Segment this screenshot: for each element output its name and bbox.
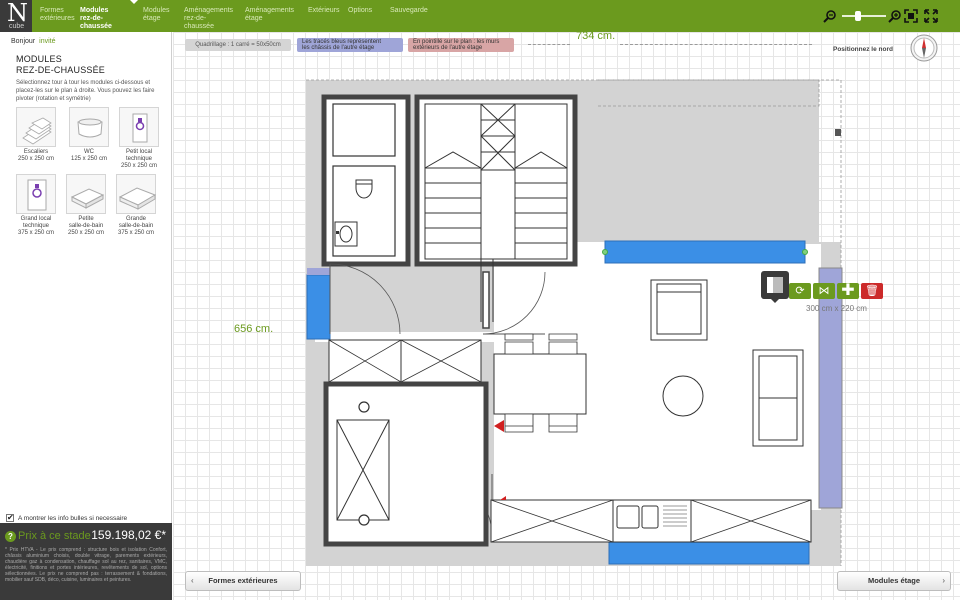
module-escaliers[interactable]: Escaliers 250 x 250 cm [11, 107, 61, 163]
wall-style-icon [767, 277, 783, 293]
fit-to-screen-icon[interactable] [904, 9, 918, 23]
delete-button[interactable]: 🗑 [861, 283, 883, 299]
module-grand-local-technique[interactable]: Grand local technique 375 x 250 cm [11, 174, 61, 237]
module-label: WC [84, 149, 94, 155]
previous-step-label: Formes extérieures [208, 576, 278, 585]
module-label: Grande salle-de-bain [118, 216, 154, 229]
module-label: Grand local technique [20, 216, 52, 229]
active-step-caret [128, 0, 140, 4]
show-tooltips-checkbox[interactable] [6, 513, 14, 522]
module-dim: 125 x 250 cm [70, 156, 108, 162]
round-table [662, 375, 704, 417]
selected-dimensions: 300 cm x 220 cm [806, 304, 867, 313]
stairs-icon [16, 107, 56, 147]
price-help-icon[interactable]: ? [5, 531, 16, 542]
zoom-slider-handle[interactable] [855, 11, 861, 21]
nav-item-sauvegarde[interactable]: Sauvegarde [390, 7, 428, 15]
module-dim: 250 x 250 cm [67, 230, 105, 236]
module-petit-local-technique[interactable]: Petit local technique 250 x 250 cm [114, 107, 164, 170]
greeting-text: Bonjour [11, 38, 36, 45]
move-button[interactable]: ✚ [837, 283, 859, 299]
nav-item-exterieurs[interactable]: Extérieurs [308, 7, 340, 15]
bathtub-icon [66, 174, 106, 214]
floor-plan-drawing [306, 79, 843, 566]
sofa [752, 349, 804, 447]
previous-step-button[interactable]: ‹ Formes extérieures [185, 571, 301, 591]
module-grande-salle-de-bain[interactable]: Grande salle-de-bain 375 x 250 cm [111, 174, 161, 237]
storage-cabinets [328, 339, 482, 383]
nav-item-modules-rdc[interactable]: Modules rez-de-chaussée [80, 7, 112, 31]
nav-item-options[interactable]: Options [348, 7, 372, 15]
fullscreen-icon[interactable] [924, 9, 938, 23]
nav-item-formes-exterieures[interactable]: Formes extérieures [40, 7, 75, 23]
nav-item-modules-etage[interactable]: Modules étage [143, 7, 169, 23]
rotate-button[interactable]: ⟳ [789, 283, 811, 299]
price-note: * Prix HTVA - Le prix comprend : structu… [5, 547, 167, 583]
price-label: Prix à ce stade [18, 530, 91, 542]
zoom-slider-track[interactable] [842, 15, 886, 17]
mirror-icon: ⋈ [818, 285, 830, 297]
chevron-right-icon: › [942, 576, 945, 585]
kitchen-counter [490, 499, 812, 543]
show-tooltips-option[interactable]: A montrer les info bulles si necessaire [6, 513, 128, 522]
logo-sub: cube [9, 23, 25, 30]
move-icon: ✚ [841, 282, 855, 299]
window-top [604, 240, 806, 264]
module-label: Petite salle-de-bain [68, 216, 104, 229]
ncube-logo: N cube [0, 0, 32, 32]
nav-item-amenagements-etage[interactable]: Aménagements étage [245, 7, 294, 23]
module-dim: 375 x 250 cm [117, 230, 155, 236]
chevron-left-icon: ‹ [191, 576, 194, 585]
mirror-button[interactable]: ⋈ [813, 283, 835, 299]
price-summary: ? Prix à ce stade 159.198,02 €* * Prix H… [0, 523, 172, 600]
module-dim: 250 x 250 cm [17, 156, 55, 162]
module-dim: 375 x 250 cm [17, 230, 55, 236]
sidebar-description: Sélectionnez tour à tour les modules ci-… [16, 80, 155, 102]
logo-letter: N [7, 0, 28, 27]
next-step-label: Modules étage [867, 576, 921, 585]
zoom-out-icon[interactable] [823, 9, 837, 23]
nav-item-amenagements-rdc[interactable]: Aménagements rez-de-chaussée [184, 7, 233, 31]
top-navigation-bar: N cube Formes extérieures Modules rez-de… [0, 0, 960, 32]
greeting: Bonjour invité [11, 38, 55, 45]
trash-icon: 🗑 [865, 285, 879, 297]
modules-sidebar: Bonjour invité MODULES REZ-DE-CHAUSSÉE Sé… [0, 32, 172, 600]
window-left [306, 274, 331, 340]
window-bottom [608, 541, 810, 565]
boiler-icon [119, 107, 159, 147]
bathroom-module [323, 381, 489, 547]
bathtub-icon [116, 174, 157, 214]
show-tooltips-label: A montrer les info bulles si necessaire [18, 514, 128, 522]
boiler-icon [16, 174, 56, 214]
wc-module [321, 94, 411, 267]
armchair [650, 279, 708, 341]
module-label: Escaliers [23, 149, 49, 155]
toilet-icon [69, 107, 109, 147]
module-style-button[interactable] [761, 271, 789, 303]
module-wc[interactable]: WC 125 x 250 cm [64, 107, 114, 163]
user-name[interactable]: invité [39, 38, 55, 45]
sidebar-title: MODULES REZ-DE-CHAUSSÉE [16, 54, 106, 75]
rotate-icon: ⟳ [795, 285, 805, 297]
zoom-in-icon[interactable] [888, 9, 902, 23]
price-value: 159.198,02 €* [91, 528, 166, 542]
module-dim: 250 x 250 cm [120, 163, 158, 169]
floor-plan-canvas[interactable]: Quadrillage : 1 carré = 50x50cm Les trac… [173, 32, 960, 600]
next-step-button[interactable]: Modules étage › [837, 571, 951, 591]
module-petite-salle-de-bain[interactable]: Petite salle-de-bain 250 x 250 cm [61, 174, 111, 237]
module-label: Petit local technique [125, 149, 153, 162]
